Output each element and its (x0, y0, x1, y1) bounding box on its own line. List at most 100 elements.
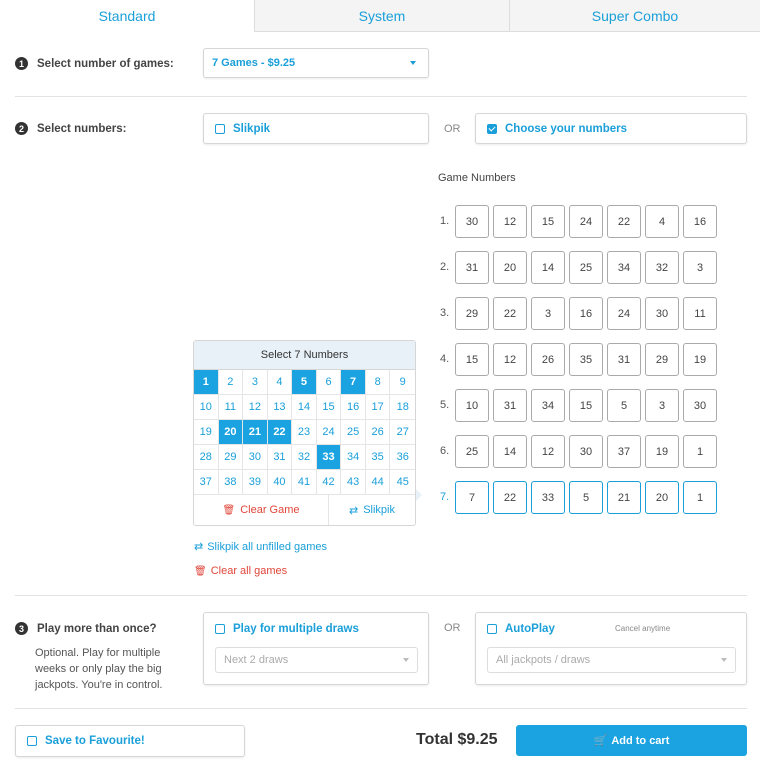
slikpik-checkbox[interactable] (215, 123, 225, 134)
game-number[interactable]: 20 (645, 481, 679, 514)
tab-standard[interactable]: Standard (0, 0, 254, 32)
multiple-draws-select[interactable]: Next 2 draws (215, 647, 418, 673)
clear-all-link[interactable]: 🗑 Clear all games (194, 565, 287, 577)
game-number[interactable]: 16 (683, 205, 717, 238)
picker-number[interactable]: 35 (365, 445, 391, 470)
game-number[interactable]: 29 (645, 343, 679, 376)
game-number[interactable]: 4 (645, 205, 679, 238)
save-favourite-checkbox[interactable] (27, 736, 37, 746)
picker-number[interactable]: 45 (390, 470, 415, 495)
game-number[interactable]: 22 (607, 205, 641, 238)
multiple-draws-option[interactable]: Play for multiple draws (215, 623, 359, 635)
game-number[interactable]: 34 (607, 251, 641, 284)
game-number[interactable]: 3 (645, 389, 679, 422)
picker-number[interactable]: 12 (243, 395, 268, 420)
game-number[interactable]: 5 (607, 389, 641, 422)
picker-number[interactable]: 15 (316, 395, 342, 420)
multiple-draws-checkbox[interactable] (215, 624, 225, 634)
game-number[interactable]: 1 (683, 481, 717, 514)
game-number[interactable]: 25 (569, 251, 603, 284)
picker-number[interactable]: 29 (218, 445, 244, 470)
picker-number[interactable]: 32 (292, 445, 317, 470)
game-number[interactable]: 3 (683, 251, 717, 284)
picker-number[interactable]: 26 (365, 420, 391, 445)
picker-number[interactable]: 2 (218, 370, 244, 395)
picker-number[interactable]: 18 (390, 395, 415, 420)
picker-number[interactable]: 7 (341, 370, 366, 395)
game-number[interactable]: 30 (645, 297, 679, 330)
picker-number[interactable]: 41 (292, 470, 317, 495)
game-number[interactable]: 12 (493, 205, 527, 238)
game-number[interactable]: 24 (569, 205, 603, 238)
game-number[interactable]: 32 (645, 251, 679, 284)
slikpik-all-link[interactable]: ⇄ Slikpik all unfilled games (194, 540, 327, 554)
autoplay-checkbox[interactable] (487, 624, 497, 634)
picker-number[interactable]: 14 (292, 395, 317, 420)
picker-number[interactable]: 22 (267, 420, 293, 445)
game-number[interactable]: 14 (531, 251, 565, 284)
picker-number[interactable]: 20 (218, 420, 244, 445)
add-to-cart-button[interactable]: 🛒 Add to cart (516, 725, 747, 756)
game-number[interactable]: 5 (569, 481, 603, 514)
autoplay-option[interactable]: AutoPlay (487, 623, 555, 635)
game-number[interactable]: 33 (531, 481, 565, 514)
game-number[interactable]: 21 (607, 481, 641, 514)
game-number[interactable]: 14 (493, 435, 527, 468)
picker-number[interactable]: 37 (194, 470, 219, 495)
picker-number[interactable]: 17 (365, 395, 391, 420)
clear-game-button[interactable]: 🗑 Clear Game (194, 495, 329, 525)
game-number[interactable]: 15 (455, 343, 489, 376)
choose-numbers-checkbox[interactable] (487, 123, 497, 134)
picker-number[interactable]: 33 (316, 445, 342, 470)
game-number[interactable]: 1 (683, 435, 717, 468)
game-number[interactable]: 31 (493, 389, 527, 422)
picker-number[interactable]: 28 (194, 445, 219, 470)
game-number[interactable]: 22 (493, 481, 527, 514)
games-select[interactable]: 7 Games - $9.25 (203, 48, 429, 78)
game-number[interactable]: 12 (531, 435, 565, 468)
game-number[interactable]: 10 (455, 389, 489, 422)
picker-number[interactable]: 23 (292, 420, 317, 445)
picker-number[interactable]: 16 (341, 395, 366, 420)
game-number[interactable]: 15 (531, 205, 565, 238)
game-number[interactable]: 35 (569, 343, 603, 376)
picker-number[interactable]: 9 (390, 370, 415, 395)
picker-number[interactable]: 4 (267, 370, 293, 395)
picker-number[interactable]: 43 (341, 470, 366, 495)
game-number[interactable]: 30 (455, 205, 489, 238)
game-number[interactable]: 11 (683, 297, 717, 330)
game-number[interactable]: 31 (455, 251, 489, 284)
tab-system[interactable]: System (254, 0, 509, 32)
game-number[interactable]: 24 (607, 297, 641, 330)
picker-number[interactable]: 36 (390, 445, 415, 470)
choose-numbers-option[interactable]: Choose your numbers (475, 113, 747, 144)
game-number[interactable]: 3 (531, 297, 565, 330)
game-number[interactable]: 30 (683, 389, 717, 422)
picker-number[interactable]: 5 (292, 370, 317, 395)
picker-number[interactable]: 27 (390, 420, 415, 445)
picker-slikpik-button[interactable]: ⇄ Slikpik (329, 495, 415, 525)
game-number[interactable]: 12 (493, 343, 527, 376)
game-number[interactable]: 16 (569, 297, 603, 330)
picker-number[interactable]: 31 (267, 445, 293, 470)
game-number[interactable]: 19 (683, 343, 717, 376)
picker-number[interactable]: 13 (267, 395, 293, 420)
game-number[interactable]: 26 (531, 343, 565, 376)
game-number[interactable]: 25 (455, 435, 489, 468)
game-number[interactable]: 7 (455, 481, 489, 514)
game-number[interactable]: 31 (607, 343, 641, 376)
picker-number[interactable]: 39 (243, 470, 268, 495)
game-number[interactable]: 22 (493, 297, 527, 330)
tab-super-combo[interactable]: Super Combo (509, 0, 760, 32)
autoplay-select[interactable]: All jackpots / draws (487, 647, 736, 673)
picker-number[interactable]: 40 (267, 470, 293, 495)
picker-number[interactable]: 25 (341, 420, 366, 445)
picker-number[interactable]: 21 (243, 420, 268, 445)
game-number[interactable]: 15 (569, 389, 603, 422)
picker-number[interactable]: 1 (194, 370, 219, 395)
game-number[interactable]: 19 (645, 435, 679, 468)
picker-number[interactable]: 10 (194, 395, 219, 420)
picker-number[interactable]: 8 (365, 370, 391, 395)
slikpik-option[interactable]: Slikpik (203, 113, 429, 144)
game-number[interactable]: 20 (493, 251, 527, 284)
